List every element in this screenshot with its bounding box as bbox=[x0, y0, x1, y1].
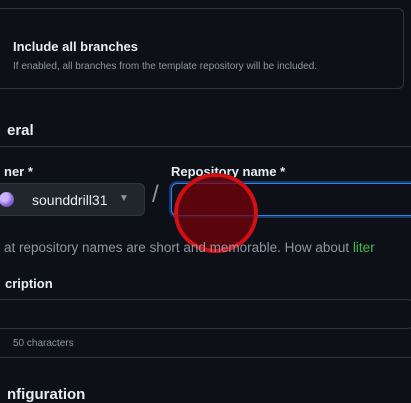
owner-dropdown-button[interactable]: sounddrill31 ▼ bbox=[0, 183, 145, 216]
caret-down-icon: ▼ bbox=[119, 193, 129, 204]
owner-name: sounddrill31 bbox=[32, 192, 108, 208]
description-char-limit: 50 characters bbox=[13, 338, 74, 349]
description-label: cription bbox=[5, 276, 53, 291]
general-divider bbox=[0, 146, 411, 147]
description-divider bbox=[0, 357, 411, 358]
avatar-icon bbox=[0, 192, 14, 207]
configuration-section-title: nfiguration bbox=[7, 386, 86, 403]
name-suggestion-link[interactable]: liter bbox=[353, 240, 375, 255]
include-all-branches-label[interactable]: Include all branches bbox=[13, 39, 138, 54]
repository-name-hint: at repository names are short and memora… bbox=[4, 240, 375, 255]
owner-repo-separator: / bbox=[152, 181, 159, 208]
owner-label: ner * bbox=[4, 164, 33, 179]
description-input[interactable] bbox=[0, 299, 411, 329]
include-all-branches-description: If enabled, all branches from the templa… bbox=[13, 61, 318, 72]
hint-text: at repository names are short and memora… bbox=[4, 240, 353, 255]
general-section-title: eral bbox=[7, 122, 34, 139]
